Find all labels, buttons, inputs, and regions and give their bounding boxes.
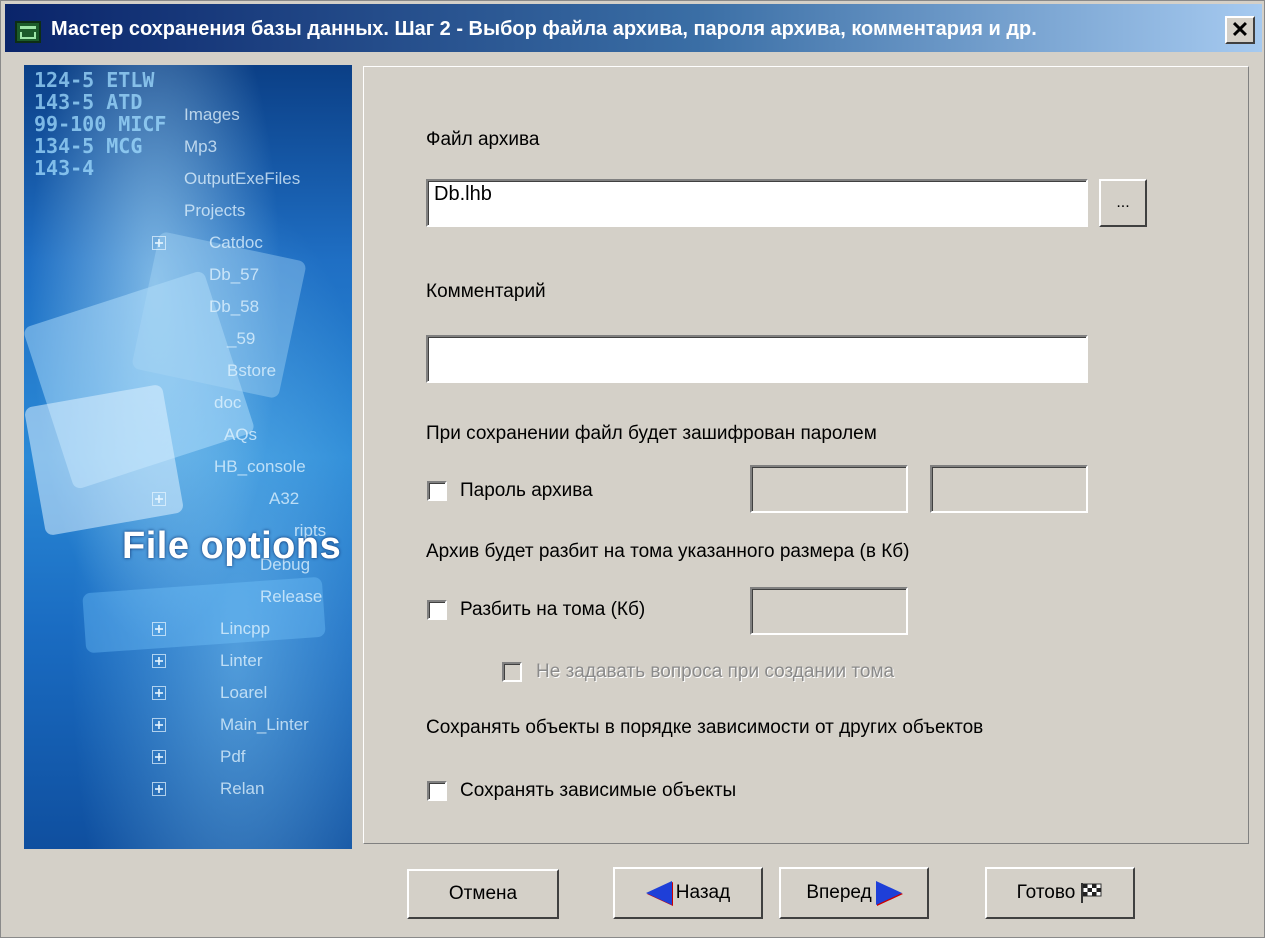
options-panel: Файл архива Db.lhb ... Комментарий При с…: [363, 66, 1249, 844]
tree-item: Bstore: [227, 361, 277, 380]
password-confirm-input: [930, 465, 1088, 513]
tree-item: AQs: [224, 425, 258, 444]
no-ask-volume-checkbox: [502, 662, 522, 682]
tree-item: Lincpp: [220, 619, 271, 638]
tree-item: Mp3: [184, 137, 218, 156]
tree-item: Db_58: [209, 297, 260, 316]
archive-file-label: Файл архива: [426, 129, 540, 150]
tree-item: OutputExeFiles: [184, 169, 301, 188]
side-image-caption: File options: [122, 525, 342, 567]
tree-expand-icon: [152, 622, 166, 636]
tree-item: Main_Linter: [220, 715, 309, 734]
wizard-window: Мастер сохранения базы данных. Шаг 2 - В…: [0, 0, 1265, 938]
dependency-note: Сохранять объекты в порядке зависимости …: [426, 717, 984, 738]
code-overlay-text: 124-5 ETLW 143-5 ATD 99-100 MICF 134-5 M…: [34, 68, 167, 180]
tree-expand-icon: [152, 686, 166, 700]
tree-item: HB_console: [214, 457, 306, 476]
tree-item: Loarel: [220, 683, 268, 702]
encrypt-note: При сохранении файл будет зашифрован пар…: [426, 423, 877, 444]
password-checkbox-label[interactable]: Пароль архива: [460, 480, 593, 502]
next-button[interactable]: Вперед: [779, 867, 929, 919]
next-button-label: Вперед: [806, 882, 872, 903]
split-volumes-checkbox[interactable]: [427, 600, 447, 620]
cancel-button[interactable]: Отмена: [407, 869, 559, 919]
archive-file-input[interactable]: Db.lhb: [426, 179, 1088, 227]
tree-item: Pdf: [220, 747, 246, 766]
dependent-objects-label[interactable]: Сохранять зависимые объекты: [460, 780, 736, 802]
tree-expand-icon: [152, 782, 166, 796]
wizard-side-image: 124-5 ETLW 143-5 ATD 99-100 MICF 134-5 M…: [24, 65, 352, 849]
close-button[interactable]: ✕: [1225, 16, 1255, 44]
finish-button-label: Готово: [1016, 882, 1076, 903]
tree-expand-icon: [152, 750, 166, 764]
checkered-flag-icon: [1081, 883, 1102, 903]
back-button[interactable]: Назад: [613, 867, 763, 919]
tree-item: Db_57: [209, 265, 260, 284]
tree-item: Release: [260, 587, 323, 606]
dependent-objects-checkbox[interactable]: [427, 781, 447, 801]
volumes-note: Архив будет разбит на тома указанного ра…: [426, 541, 910, 562]
tree-item: Projects: [184, 201, 246, 220]
volume-size-input: [750, 587, 908, 635]
browse-button[interactable]: ...: [1099, 179, 1147, 227]
finish-button[interactable]: Готово: [985, 867, 1135, 919]
tree-item: Linter: [220, 651, 263, 670]
image-shard: [24, 383, 185, 537]
tree-item: A32: [269, 489, 300, 508]
cancel-button-label: Отмена: [448, 883, 518, 904]
tree-item: doc: [214, 393, 242, 412]
app-icon: [15, 21, 41, 43]
arrow-right-icon: [875, 881, 902, 905]
tree-expand-icon: [152, 492, 166, 506]
tree-expand-icon: [152, 236, 166, 250]
tree-item: Images: [184, 105, 240, 124]
password-checkbox[interactable]: [427, 481, 447, 501]
tree-item: Relan: [220, 779, 265, 798]
title-bar[interactable]: Мастер сохранения базы данных. Шаг 2 - В…: [5, 4, 1262, 52]
tree-expand-icon: [152, 654, 166, 668]
tree-item: Catdoc: [209, 233, 263, 252]
comment-input[interactable]: [426, 335, 1088, 383]
tree-item: _59: [227, 329, 256, 348]
split-volumes-label[interactable]: Разбить на тома (Кб): [460, 599, 645, 621]
window-title: Мастер сохранения базы данных. Шаг 2 - В…: [51, 18, 1037, 40]
arrow-left-icon: [645, 881, 672, 905]
comment-label: Комментарий: [426, 281, 546, 302]
back-button-label: Назад: [675, 882, 731, 903]
no-ask-volume-label: Не задавать вопроса при создании тома: [536, 661, 895, 682]
tree-expand-icon: [152, 718, 166, 732]
password-input: [750, 465, 908, 513]
